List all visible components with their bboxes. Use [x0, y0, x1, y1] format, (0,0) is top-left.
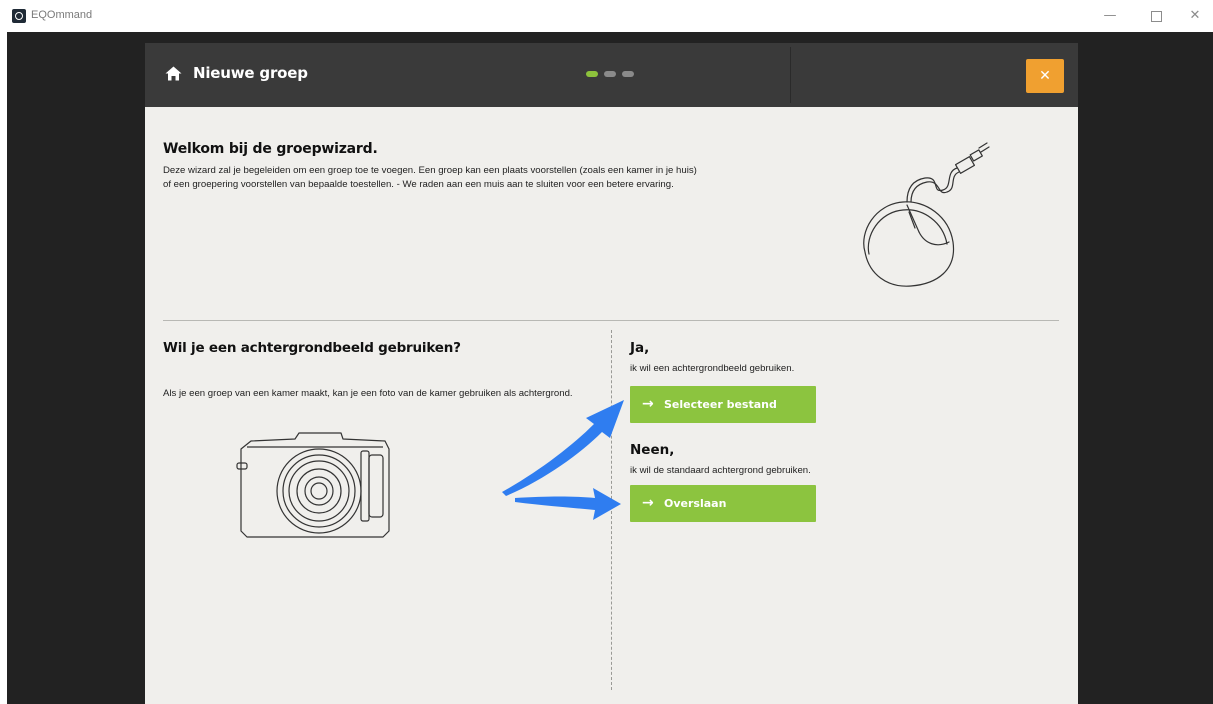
welcome-text-line-1: Deze wizard zal je begeleiden om een gro… [163, 165, 697, 176]
skip-label: Overslaan [664, 497, 727, 510]
minimize-button[interactable]: — [1095, 5, 1125, 27]
step-dot-1-active [586, 71, 598, 77]
select-file-button[interactable]: → Selecteer bestand [630, 386, 816, 423]
option-yes-title: Ja, [630, 340, 650, 356]
option-no-title: Neen, [630, 442, 675, 458]
camera-icon [236, 432, 390, 538]
dialog-header: Nieuwe groep ✕ [145, 43, 1078, 107]
header-separator [790, 47, 791, 103]
skip-button[interactable]: → Overslaan [630, 485, 816, 522]
option-yes-subtitle: ik wil een achtergrondbeeld gebruiken. [630, 363, 795, 374]
welcome-text-line-2: of een groepering voorstellen van bepaal… [163, 179, 674, 190]
dialog-title: Nieuwe groep [193, 64, 308, 82]
step-dot-3 [622, 71, 634, 77]
app-logo-icon [12, 9, 26, 23]
step-indicator [586, 71, 646, 79]
maximize-button[interactable] [1141, 5, 1171, 27]
background-question-title: Wil je een achtergrondbeeld gebruiken? [163, 340, 461, 356]
arrow-right-icon: → [642, 396, 654, 412]
welcome-text: Deze wizard zal je begeleiden om een gro… [163, 164, 823, 192]
blue-arrow-icon [515, 488, 621, 520]
dialog-close-button[interactable]: ✕ [1026, 59, 1064, 93]
select-file-label: Selecteer bestand [664, 398, 777, 411]
step-dot-2 [604, 71, 616, 77]
app-title: EQOmmand [31, 9, 93, 21]
section-divider [163, 320, 1059, 321]
option-no-subtitle: ik wil de standaard achtergrond gebruike… [630, 465, 811, 476]
window-titlebar: EQOmmand — ✕ [0, 0, 1213, 32]
window-close-button[interactable]: ✕ [1180, 5, 1210, 27]
home-icon [165, 66, 182, 81]
arrow-right-icon: → [642, 495, 654, 511]
mouse-icon [863, 142, 990, 287]
welcome-title: Welkom bij de groepwizard. [163, 141, 378, 157]
